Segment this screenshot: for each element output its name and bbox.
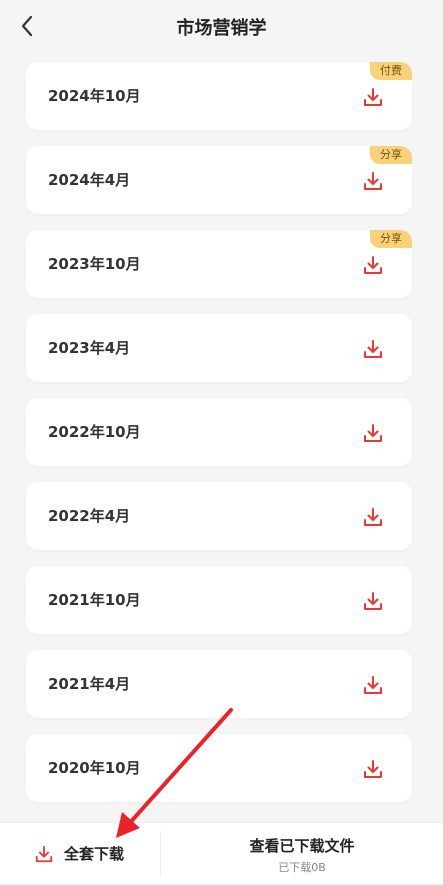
item-label: 2024年4月 (48, 171, 131, 189)
download-icon[interactable] (362, 506, 384, 528)
download-icon[interactable] (362, 758, 384, 780)
download-icon[interactable] (362, 86, 384, 108)
download-icon[interactable] (362, 674, 384, 696)
list-item[interactable]: 2021年10月 (26, 566, 412, 634)
view-downloads-button[interactable]: 查看已下载文件 已下载0B (161, 823, 443, 883)
tag-badge: 付费 (370, 62, 412, 80)
list-item[interactable]: 2023年4月 (26, 314, 412, 382)
list-item[interactable]: 2021年4月 (26, 650, 412, 718)
item-label: 2022年4月 (48, 507, 131, 525)
header: 市场营销学 (0, 0, 443, 54)
download-icon[interactable] (362, 590, 384, 612)
download-icon[interactable] (362, 254, 384, 276)
downloaded-size: 已下载0B (278, 861, 326, 874)
list-item[interactable]: 2022年10月 (26, 398, 412, 466)
view-downloads-label: 查看已下载文件 (249, 837, 355, 855)
download-icon (35, 845, 53, 863)
item-label: 2023年4月 (48, 339, 131, 357)
download-icon[interactable] (362, 170, 384, 192)
list-item[interactable]: 2020年10月 (26, 734, 412, 802)
list-item[interactable]: 2023年10月 分享 (26, 230, 412, 298)
list-item[interactable]: 2024年10月 付费 (26, 62, 412, 130)
page-title: 市场营销学 (176, 18, 267, 39)
list-item[interactable]: 2022年4月 (26, 482, 412, 550)
tag-badge: 分享 (370, 146, 412, 164)
item-label: 2021年10月 (48, 591, 141, 609)
bottom-bar: 全套下载 查看已下载文件 已下载0B (0, 822, 443, 883)
download-all-label: 全套下载 (64, 845, 125, 863)
download-icon[interactable] (362, 422, 384, 444)
tag-badge: 分享 (370, 230, 412, 248)
download-icon[interactable] (362, 338, 384, 360)
download-all-button[interactable]: 全套下载 (0, 823, 160, 883)
exam-list: 2024年10月 付费 2024年4月 分享 2023年10月 分享 2023年… (26, 62, 412, 818)
item-label: 2020年10月 (48, 759, 141, 777)
list-item[interactable]: 2024年4月 分享 (26, 146, 412, 214)
item-label: 2022年10月 (48, 423, 141, 441)
item-label: 2021年4月 (48, 675, 131, 693)
item-label: 2023年10月 (48, 255, 141, 273)
item-label: 2024年10月 (48, 87, 141, 105)
